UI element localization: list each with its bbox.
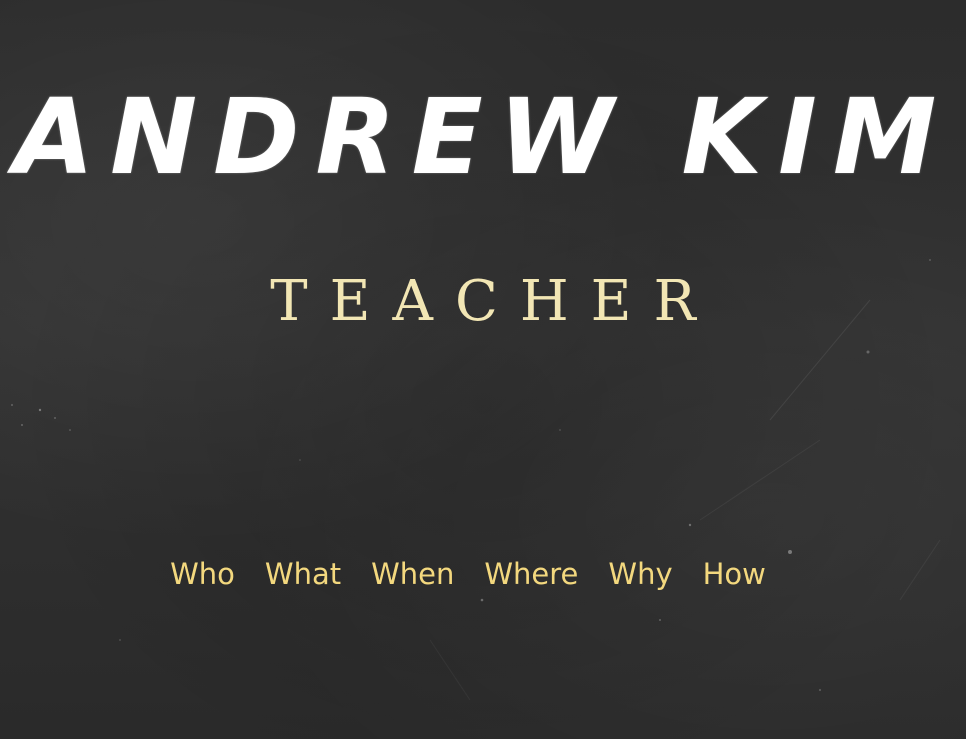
nav-link-who[interactable]: Who [170, 552, 235, 596]
nav-link-when[interactable]: When [371, 552, 454, 596]
nav-link-how[interactable]: How [703, 552, 766, 596]
nav-link-why[interactable]: Why [608, 552, 672, 596]
nav-link-where[interactable]: Where [484, 552, 578, 596]
hero-subtitle: TEACHER [270, 269, 718, 334]
hero-title: ANDREW KIM [13, 76, 953, 198]
nav-link-what[interactable]: What [265, 552, 341, 596]
main-nav: Who What When Where Why How [0, 552, 966, 596]
